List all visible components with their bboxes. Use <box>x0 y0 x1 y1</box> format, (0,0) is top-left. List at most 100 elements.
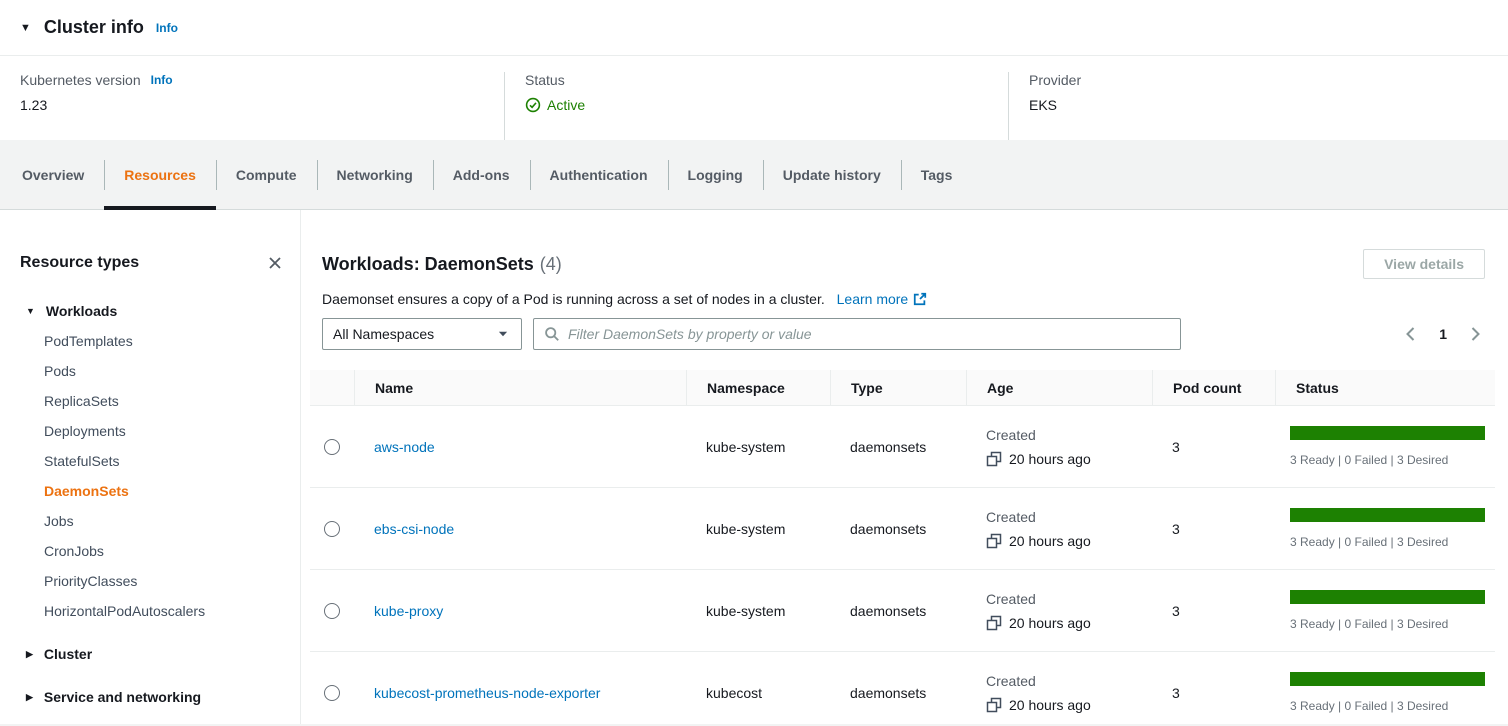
filter-input[interactable] <box>568 326 1170 342</box>
age-cell: Created 20 hours ago <box>966 570 1152 651</box>
tree-group-service-and-networking[interactable]: ▶ Service and networking <box>20 682 284 712</box>
row-radio-button[interactable] <box>324 439 340 455</box>
resource-tree: ▼ Workloads PodTemplates Pods ReplicaSet… <box>20 296 284 712</box>
page-title: Workloads: DaemonSets(4) <box>322 252 562 276</box>
namespace-cell: kube-system <box>686 488 830 569</box>
cluster-info-info-link[interactable]: Info <box>156 21 178 35</box>
table-row: kube-proxy kube-system daemonsets Create… <box>310 570 1495 652</box>
pod-count-cell: 3 <box>1152 652 1275 726</box>
daemonset-name-link[interactable]: kubecost-prometheus-node-exporter <box>374 685 600 701</box>
tree-expanded-caret-icon: ▼ <box>26 306 35 316</box>
learn-more-link[interactable]: Learn more <box>837 291 928 307</box>
status-progress-bar <box>1290 672 1485 686</box>
column-header-name: Name <box>354 370 686 405</box>
table-row: ebs-csi-node kube-system daemonsets Crea… <box>310 488 1495 570</box>
status-progress-bar <box>1290 426 1485 440</box>
provider-value: EKS <box>1029 97 1508 113</box>
daemonsets-content: Workloads: DaemonSets(4) View details Da… <box>301 210 1508 724</box>
tree-item-priorityclasses[interactable]: PriorityClasses <box>20 566 284 596</box>
status-label: Status <box>525 72 565 88</box>
external-link-icon <box>913 292 927 306</box>
tree-item-daemonsets[interactable]: DaemonSets <box>20 476 284 506</box>
tree-group-workloads[interactable]: ▼ Workloads <box>20 296 284 326</box>
copy-icon[interactable] <box>986 533 1002 549</box>
tree-collapsed-caret-icon: ▶ <box>26 692 33 703</box>
select-all-column-header <box>310 370 354 405</box>
row-radio-button[interactable] <box>324 521 340 537</box>
pod-count-cell: 3 <box>1152 570 1275 651</box>
cluster-info-card: ▼ Cluster info Info Kubernetes version I… <box>0 0 1508 140</box>
chevron-down-icon <box>497 328 509 340</box>
cluster-info-header: ▼ Cluster info Info <box>0 0 1508 56</box>
table-row: aws-node kube-system daemonsets Created … <box>310 406 1495 488</box>
tree-group-cluster[interactable]: ▶ Cluster <box>20 639 284 669</box>
resources-panel: Resource types ▼ Workloads PodTemplates … <box>0 210 1508 724</box>
sidebar-title: Resource types <box>20 254 139 272</box>
column-header-pod-count: Pod count <box>1152 370 1275 405</box>
search-icon <box>544 326 560 342</box>
namespace-cell: kube-system <box>686 406 830 487</box>
tree-item-replicasets[interactable]: ReplicaSets <box>20 386 284 416</box>
collapse-caret-icon[interactable]: ▼ <box>20 22 31 34</box>
copy-icon[interactable] <box>986 615 1002 631</box>
type-cell: daemonsets <box>830 652 966 726</box>
kubernetes-version-info-link[interactable]: Info <box>151 73 173 87</box>
type-cell: daemonsets <box>830 570 966 651</box>
tab-logging[interactable]: Logging <box>668 140 763 209</box>
pagination: 1 <box>1401 324 1485 344</box>
daemonsets-table: Name Namespace Type Age Pod count Status… <box>310 370 1495 726</box>
daemonset-name-link[interactable]: kube-proxy <box>374 603 443 619</box>
table-row: kubecost-prometheus-node-exporter kubeco… <box>310 652 1495 726</box>
close-icon[interactable] <box>266 254 284 272</box>
tree-item-horizontalpodautoscalers[interactable]: HorizontalPodAutoscalers <box>20 596 284 626</box>
age-cell: Created 20 hours ago <box>966 652 1152 726</box>
pod-count-cell: 3 <box>1152 488 1275 569</box>
status-check-icon <box>525 97 541 113</box>
row-radio-button[interactable] <box>324 685 340 701</box>
tree-item-jobs[interactable]: Jobs <box>20 506 284 536</box>
next-page-icon[interactable] <box>1465 324 1485 344</box>
tab-resources[interactable]: Resources <box>104 140 216 209</box>
row-radio-button[interactable] <box>324 603 340 619</box>
tab-add-ons[interactable]: Add-ons <box>433 140 530 209</box>
provider-field: Provider EKS <box>1008 72 1508 140</box>
tree-item-cronjobs[interactable]: CronJobs <box>20 536 284 566</box>
kubernetes-version-field: Kubernetes version Info 1.23 <box>0 72 504 140</box>
tab-tags[interactable]: Tags <box>901 140 973 209</box>
age-cell: Created 20 hours ago <box>966 488 1152 569</box>
cluster-tabs: Overview Resources Compute Networking Ad… <box>0 140 1508 210</box>
tree-item-pods[interactable]: Pods <box>20 356 284 386</box>
tree-item-statefulsets[interactable]: StatefulSets <box>20 446 284 476</box>
description-text: Daemonset ensures a copy of a Pod is run… <box>322 289 1485 309</box>
pod-count-cell: 3 <box>1152 406 1275 487</box>
cluster-info-title: Cluster info <box>44 17 144 38</box>
daemonset-name-link[interactable]: ebs-csi-node <box>374 521 454 537</box>
status-cell: 3 Ready | 0 Failed | 3 Desired <box>1275 570 1495 651</box>
previous-page-icon[interactable] <box>1401 324 1421 344</box>
provider-label: Provider <box>1029 72 1081 88</box>
copy-icon[interactable] <box>986 451 1002 467</box>
daemonset-name-link[interactable]: aws-node <box>374 439 435 455</box>
copy-icon[interactable] <box>986 697 1002 713</box>
type-cell: daemonsets <box>830 488 966 569</box>
namespace-select[interactable]: All Namespaces <box>322 318 522 350</box>
tab-networking[interactable]: Networking <box>317 140 433 209</box>
status-cell: 3 Ready | 0 Failed | 3 Desired <box>1275 652 1495 726</box>
namespace-cell: kubecost <box>686 652 830 726</box>
tab-overview[interactable]: Overview <box>2 140 104 209</box>
status-progress-bar <box>1290 508 1485 522</box>
tree-item-podtemplates[interactable]: PodTemplates <box>20 326 284 356</box>
column-header-status: Status <box>1275 370 1495 405</box>
tab-authentication[interactable]: Authentication <box>530 140 668 209</box>
type-cell: daemonsets <box>830 406 966 487</box>
status-progress-bar <box>1290 590 1485 604</box>
status-value: Active <box>547 97 585 113</box>
tree-item-deployments[interactable]: Deployments <box>20 416 284 446</box>
table-header-row: Name Namespace Type Age Pod count Status <box>310 370 1495 406</box>
tab-update-history[interactable]: Update history <box>763 140 901 209</box>
column-header-type: Type <box>830 370 966 405</box>
view-details-button[interactable]: View details <box>1363 249 1485 279</box>
current-page-number[interactable]: 1 <box>1421 326 1465 342</box>
cluster-info-details: Kubernetes version Info 1.23 Status Acti… <box>0 56 1508 140</box>
tab-compute[interactable]: Compute <box>216 140 317 209</box>
